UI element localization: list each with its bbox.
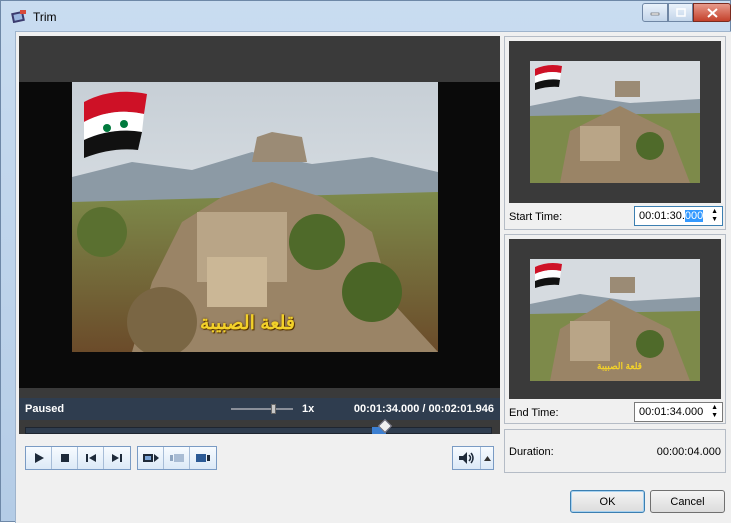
previous-frame-button[interactable] bbox=[78, 447, 104, 469]
start-time-value: 00:01:30.000 bbox=[639, 210, 704, 222]
close-icon bbox=[706, 7, 718, 18]
previous-frame-icon bbox=[85, 454, 96, 462]
window-title: Trim bbox=[33, 10, 57, 24]
volume-control[interactable] bbox=[452, 446, 494, 470]
mark-in-button[interactable] bbox=[138, 447, 164, 469]
cancel-button[interactable]: Cancel bbox=[650, 490, 725, 513]
play-button[interactable] bbox=[26, 447, 52, 469]
volume-dropdown[interactable] bbox=[481, 447, 493, 469]
next-frame-button[interactable] bbox=[104, 447, 130, 469]
maximize-icon bbox=[675, 8, 686, 17]
total-time: 00:02:01.946 bbox=[428, 403, 494, 415]
speed-slider-thumb[interactable] bbox=[271, 404, 276, 414]
title-bar[interactable]: Trim bbox=[1, 1, 731, 31]
start-preview bbox=[509, 41, 721, 203]
end-preview-caption: قلعة الصبيبة bbox=[597, 361, 642, 371]
volume-icon bbox=[458, 452, 474, 464]
player-status-bar: Paused 1x 00:01:34.000 / 00:02:01.946 bbox=[19, 398, 500, 420]
minimize-icon bbox=[650, 12, 660, 15]
duration-value: 00:00:04.000 bbox=[656, 446, 721, 458]
start-time-value-prefix: 00:01:30. bbox=[639, 210, 685, 222]
start-time-value-selected: 000 bbox=[684, 210, 704, 222]
minimize-button[interactable] bbox=[642, 3, 668, 22]
stop-icon bbox=[60, 454, 69, 462]
start-preview-frame bbox=[530, 61, 700, 183]
duration-label: Duration: bbox=[509, 446, 554, 458]
end-time-label: End Time: bbox=[509, 407, 559, 419]
ok-button[interactable]: OK bbox=[570, 490, 645, 513]
time-readout: 00:01:34.000 / 00:02:01.946 bbox=[354, 403, 494, 415]
letterbox-top bbox=[19, 36, 500, 82]
mark-in-icon bbox=[142, 454, 159, 462]
trim-controls bbox=[137, 446, 217, 470]
end-time-input[interactable]: 00:01:34.000 ▲ ▼ bbox=[634, 402, 723, 422]
start-time-panel: Start Time: 00:01:30.000 ▲ ▼ bbox=[504, 36, 726, 230]
start-time-input[interactable]: 00:01:30.000 ▲ ▼ bbox=[634, 206, 723, 226]
chevron-up-icon bbox=[483, 455, 491, 461]
stop-button[interactable] bbox=[52, 447, 78, 469]
speed-value: 1x bbox=[302, 403, 315, 415]
set-start-button[interactable] bbox=[164, 447, 190, 469]
next-frame-icon bbox=[112, 454, 122, 462]
current-time: 00:01:34.000 bbox=[353, 403, 420, 415]
speed-slider-track[interactable] bbox=[231, 408, 293, 410]
video-overlay-caption: قلعة الصبيبة bbox=[200, 313, 295, 334]
start-time-label: Start Time: bbox=[509, 211, 563, 223]
play-icon bbox=[34, 453, 44, 463]
film-clip-icon bbox=[11, 10, 26, 23]
end-time-panel: قلعة الصبيبة End Time: 00:01:34.000 ▲ ▼ bbox=[504, 234, 726, 424]
close-button[interactable] bbox=[693, 3, 731, 22]
end-time-value: 00:01:34.000 bbox=[639, 406, 704, 418]
set-start-icon bbox=[169, 454, 184, 462]
set-end-button[interactable] bbox=[190, 447, 216, 469]
duration-panel: Duration: 00:00:04.000 bbox=[504, 429, 726, 473]
syria-flag-graphic bbox=[84, 91, 147, 158]
maximize-button[interactable] bbox=[668, 3, 693, 22]
playback-controls bbox=[25, 446, 131, 470]
end-preview: قلعة الصبيبة bbox=[509, 239, 721, 399]
playback-status: Paused bbox=[25, 403, 65, 415]
start-time-spinner[interactable]: ▲ ▼ bbox=[711, 208, 718, 224]
volume-button[interactable] bbox=[453, 447, 481, 469]
end-time-spinner[interactable]: ▲ ▼ bbox=[711, 404, 718, 420]
time-separator: / bbox=[422, 403, 426, 415]
timeline-track[interactable] bbox=[25, 427, 492, 434]
set-end-icon bbox=[196, 454, 210, 462]
